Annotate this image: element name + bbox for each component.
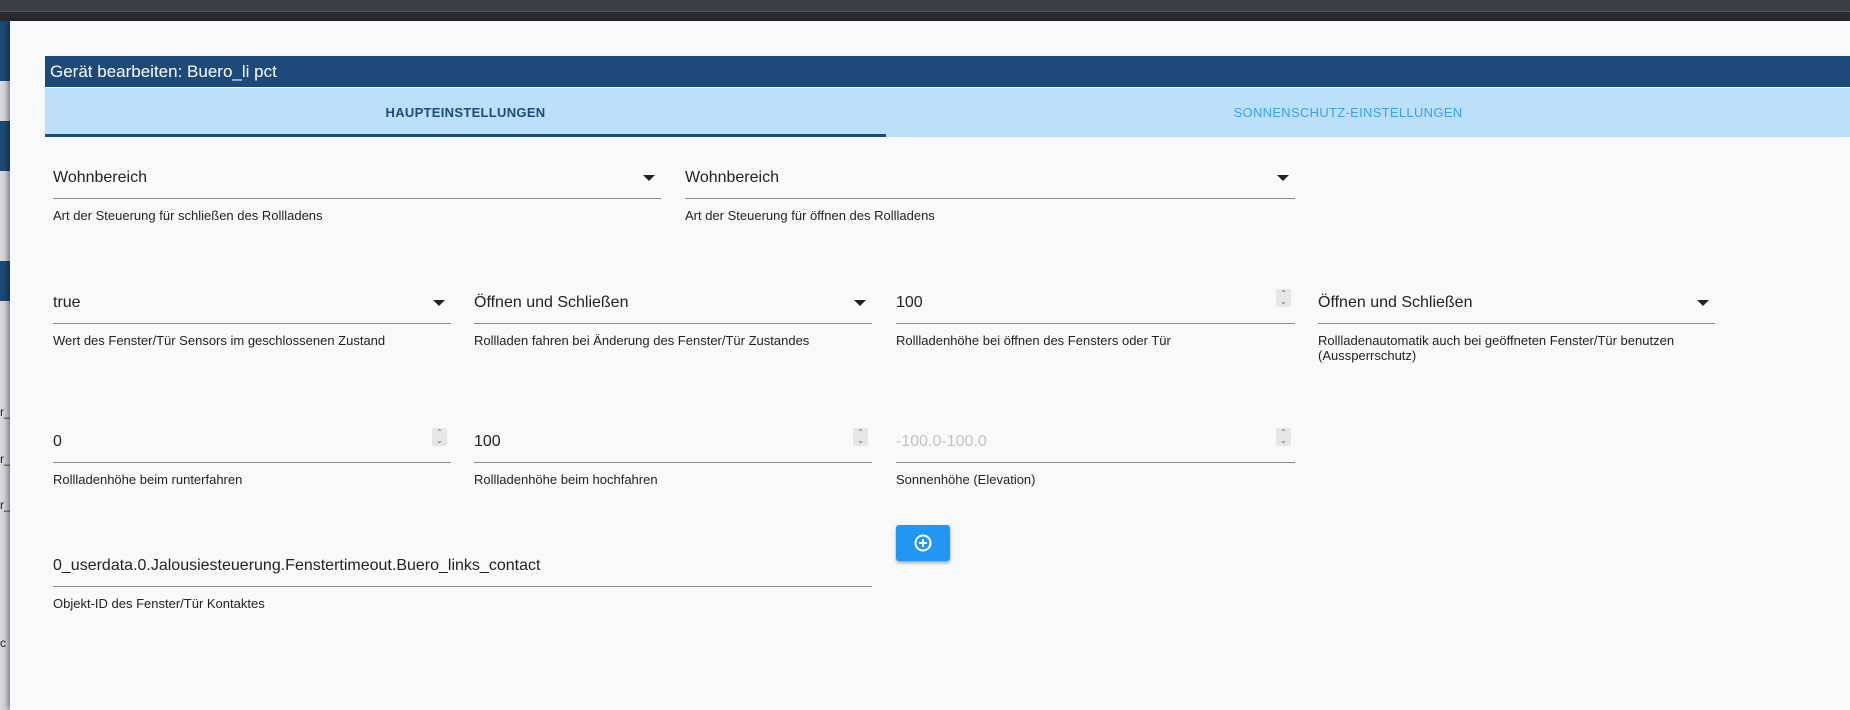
chevron-down-icon: [1697, 300, 1709, 306]
spinner-arrows-icon[interactable]: ⌃ ⌄: [1276, 428, 1291, 446]
input-value: 0: [53, 433, 62, 450]
tab-bar: HAUPTEINSTELLUNGEN SONNENSCHUTZ-EINSTELL…: [45, 88, 1850, 137]
close-control-select-field: Wohnbereich Art der Steuerung für schlie…: [53, 158, 661, 223]
helper-text: Rollladenhöhe beim runterfahren: [53, 472, 243, 487]
helper-text: Rollladenautomatik auch bei geöffneten F…: [1318, 333, 1715, 363]
close-control-select[interactable]: Wohnbereich: [53, 158, 661, 199]
select-value: Öffnen und Schließen: [1318, 294, 1473, 311]
background-panel: [0, 171, 10, 261]
helper-text: Art der Steuerung für öffnen des Rolllad…: [685, 208, 935, 223]
helper-text: Rollladenhöhe bei öffnen des Fensters od…: [896, 333, 1171, 348]
add-button[interactable]: [896, 525, 950, 561]
background-panel: [0, 121, 10, 171]
height-window-open-field: 100 ⌃ ⌄ Rollladenhöhe bei öffnen des Fens…: [896, 283, 1295, 348]
tab-sun-protection-settings[interactable]: SONNENSCHUTZ-EINSTELLUNGEN: [886, 88, 1810, 137]
background-panel: [0, 81, 10, 121]
tab-main-settings[interactable]: HAUPTEINSTELLUNGEN: [45, 88, 886, 137]
select-value: Öffnen und Schließen: [474, 294, 629, 311]
sun-elevation-field: -100.0-100.0 ⌃ ⌄ Sonnenhöhe (Elevation): [896, 422, 1295, 487]
helper-text: Rollladen fahren bei Änderung des Fenste…: [474, 333, 810, 348]
plus-circle-icon: [914, 534, 932, 552]
input-value: 100: [474, 433, 501, 450]
chevron-down-icon: [1277, 175, 1289, 181]
dialog-title: Gerät bearbeiten: Buero_li pct: [45, 56, 1850, 87]
shutter-on-change-select[interactable]: Öffnen und Schließen: [474, 283, 872, 324]
sensor-closed-value-select-field: true Wert des Fenster/Tür Sensors im ges…: [53, 283, 451, 348]
active-tab-indicator: [45, 134, 886, 137]
select-value: Wohnbereich: [685, 169, 779, 186]
shutter-on-change-select-field: Öffnen und Schließen Rollladen fahren be…: [474, 283, 872, 348]
background-panel: [0, 261, 10, 301]
helper-text-line: (Aussperrschutz): [1318, 348, 1417, 363]
helper-text: Rollladenhöhe beim hochfahren: [474, 472, 658, 487]
select-value: true: [53, 294, 81, 311]
height-down-field: 0 ⌃ ⌄ Rollladenhöhe beim runterfahren: [53, 422, 451, 487]
input-value: 0_userdata.0.Jalousiesteuerung.Fensterti…: [53, 557, 541, 574]
select-value: Wohnbereich: [53, 169, 147, 186]
lockout-protection-select-field: Öffnen und Schließen Rollladenautomatik …: [1318, 283, 1715, 363]
height-window-open-input[interactable]: 100 ⌃ ⌄: [896, 283, 1295, 324]
helper-text: Wert des Fenster/Tür Sensors im geschlos…: [53, 333, 386, 348]
height-up-field: 100 ⌃ ⌄ Rollladenhöhe beim hochfahren: [474, 422, 872, 487]
helper-text: Art der Steuerung für schließen des Roll…: [53, 208, 323, 223]
spinner-arrows-icon[interactable]: ⌃ ⌄: [432, 428, 447, 446]
helper-text-line: Rollladenautomatik auch bei geöffneten F…: [1318, 333, 1675, 348]
sensor-closed-value-select[interactable]: true: [53, 283, 451, 324]
helper-text: Objekt-ID des Fenster/Tür Kontaktes: [53, 596, 265, 611]
background-panel: [0, 21, 10, 81]
background-topbar: [0, 0, 1850, 12]
open-control-select[interactable]: Wohnbereich: [685, 158, 1295, 199]
lockout-protection-select[interactable]: Öffnen und Schließen: [1318, 283, 1715, 324]
chevron-down-icon: [643, 175, 655, 181]
spinner-arrows-icon[interactable]: ⌃ ⌄: [1276, 289, 1291, 307]
input-placeholder: -100.0-100.0: [896, 433, 987, 450]
background-text: c: [0, 636, 6, 650]
open-control-select-field: Wohnbereich Art der Steuerung für öffnen…: [685, 158, 1295, 223]
chevron-down-icon: [854, 300, 866, 306]
height-down-input[interactable]: 0 ⌃ ⌄: [53, 422, 451, 463]
chevron-down-icon: [433, 300, 445, 306]
object-id-input[interactable]: 0_userdata.0.Jalousiesteuerung.Fensterti…: [53, 546, 872, 587]
input-value: 100: [896, 294, 923, 311]
spinner-arrows-icon[interactable]: ⌃ ⌄: [853, 428, 868, 446]
height-up-input[interactable]: 100 ⌃ ⌄: [474, 422, 872, 463]
helper-text: Sonnenhöhe (Elevation): [896, 472, 1036, 487]
object-id-field: 0_userdata.0.Jalousiesteuerung.Fensterti…: [53, 546, 872, 611]
sun-elevation-input[interactable]: -100.0-100.0 ⌃ ⌄: [896, 422, 1295, 463]
